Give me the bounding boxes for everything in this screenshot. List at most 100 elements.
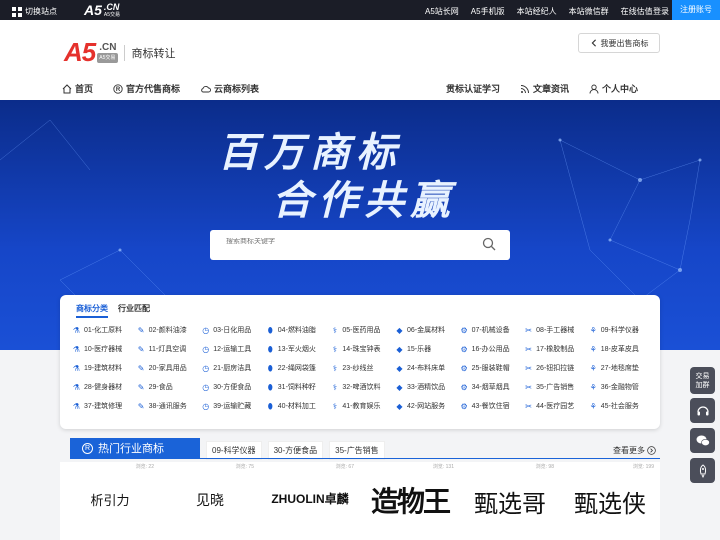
category-label: 23-纱线丝: [342, 365, 374, 372]
top-link[interactable]: A5手机版: [471, 6, 505, 17]
category-icon: ◆: [396, 344, 403, 354]
top-links: A5站长网 A5手机版 本站经纪人 本站微信群 在线估值: [425, 6, 653, 17]
category-label: 42-网站服务: [406, 403, 446, 410]
category-item[interactable]: ✂ 35-广告销售: [524, 382, 589, 392]
category-icon: ✎: [137, 401, 145, 411]
category-item[interactable]: ✂ 44-医疗园艺: [524, 401, 589, 411]
trademark-card[interactable]: 浏览: 75 见晓: [160, 462, 260, 540]
category-item[interactable]: ⚗ 19-建筑材料: [72, 363, 137, 373]
category-item[interactable]: ◷ 12-运输工具: [201, 344, 266, 354]
category-label: 13-军火烟火: [277, 346, 316, 353]
views-count: 浏览: 131: [432, 464, 454, 470]
category-label: 15-乐器: [406, 346, 432, 353]
nav-cloud-list[interactable]: 云商标列表: [200, 82, 259, 95]
trademark-card[interactable]: 浏览: 98 甄选哥: [460, 462, 560, 540]
category-item[interactable]: ◷ 30-方便食品: [201, 382, 266, 392]
category-item[interactable]: ⚕ 05-医药用品: [330, 325, 395, 335]
view-more-link[interactable]: 查看更多: [613, 445, 656, 456]
category-item[interactable]: ◆ 15-乐器: [395, 344, 460, 354]
registered-icon: R: [113, 83, 123, 94]
hot-title-label: 热门行业商标: [98, 443, 164, 455]
category-item[interactable]: ◆ 33-酒精饮品: [395, 382, 460, 392]
category-item[interactable]: ⬮ 13-军火烟火: [266, 344, 331, 354]
category-item[interactable]: ◆ 24-布料床单: [395, 363, 460, 373]
category-icon: ✎: [137, 363, 145, 373]
category-item[interactable]: ⚘ 36-金融物管: [589, 382, 654, 392]
category-item[interactable]: ◷ 03-日化用品: [201, 325, 266, 335]
category-item[interactable]: ⬮ 22-绳网袋篷: [266, 363, 331, 373]
views-count: 浏览: 199: [632, 464, 654, 470]
category-item[interactable]: ⚘ 45-社会服务: [589, 401, 654, 411]
category-item[interactable]: ✂ 08-手工器械: [524, 325, 589, 335]
hot-divider: [70, 458, 660, 459]
category-label: 35-广告销售: [536, 384, 575, 391]
tab-industry[interactable]: 行业匹配: [118, 303, 150, 318]
category-item[interactable]: ◆ 06-金属材料: [395, 325, 460, 335]
category-item[interactable]: ⚘ 09-科学仪器: [589, 325, 654, 335]
category-item[interactable]: ⚙ 07-机械设备: [460, 325, 525, 335]
category-icon: ⚗: [72, 325, 81, 335]
category-item[interactable]: ⚕ 23-纱线丝: [330, 363, 395, 373]
sell-trademark-button[interactable]: 我要出售商标: [578, 33, 660, 53]
tab-category[interactable]: 商标分类: [76, 303, 108, 318]
category-label: 41-教育娱乐: [342, 403, 381, 410]
main-nav: 首页 R 官方代售商标 云商标列表: [62, 82, 259, 95]
category-item[interactable]: ◆ 42-网站服务: [395, 401, 460, 411]
search-input[interactable]: [226, 238, 466, 245]
trademark-card[interactable]: 浏览: 199 甄选侠: [560, 462, 660, 540]
category-item[interactable]: ⬮ 40-材料加工: [266, 401, 331, 411]
category-item[interactable]: ◷ 21-厨房洁具: [201, 363, 266, 373]
nav-home[interactable]: 首页: [62, 82, 93, 95]
category-item[interactable]: ⚙ 34-烟草烟具: [460, 382, 525, 392]
category-item[interactable]: ⚗ 28-健身器材: [72, 382, 137, 392]
category-item[interactable]: ⚗ 10-医疗器械: [72, 344, 137, 354]
category-item[interactable]: ⚙ 43-餐饮住宿: [460, 401, 525, 411]
side-top-button[interactable]: [690, 458, 715, 483]
category-item[interactable]: ✎ 29-食品: [137, 382, 202, 392]
side-support-button[interactable]: [690, 398, 715, 423]
nav-personal-center[interactable]: 个人中心: [589, 82, 638, 95]
top-link[interactable]: 本站微信群: [569, 6, 609, 17]
trademark-card[interactable]: 浏览: 22 析引力: [60, 462, 160, 540]
category-item[interactable]: ⚗ 01-化工原料: [72, 325, 137, 335]
category-item[interactable]: ✎ 38-通讯服务: [137, 401, 202, 411]
category-item[interactable]: ✂ 17-橡胶制品: [524, 344, 589, 354]
category-item[interactable]: ⚘ 27-地毯席垫: [589, 363, 654, 373]
nav-personal-center-label: 个人中心: [602, 84, 639, 94]
top-logo[interactable]: A5 .CN A5交易: [84, 2, 120, 18]
nav-articles[interactable]: 文章资讯: [520, 82, 569, 95]
brand-logo[interactable]: A5 .CN A5交易 商标转让: [64, 37, 175, 68]
side-wechat-button[interactable]: [690, 428, 715, 453]
category-item[interactable]: ⚘ 18-皮革皮具: [589, 344, 654, 354]
category-label: 33-酒精饮品: [406, 384, 446, 391]
category-item[interactable]: ◷ 39-运输贮藏: [201, 401, 266, 411]
trademark-card[interactable]: 浏览: 131 造物王: [360, 462, 460, 540]
category-item[interactable]: ✎ 11-灯具空调: [137, 344, 202, 354]
category-item[interactable]: ⚕ 41-教育娱乐: [330, 401, 395, 411]
trademark-card[interactable]: 浏览: 67 ZHUOLIN卓麟: [260, 462, 360, 540]
category-item[interactable]: ⚙ 25-服装鞋帽: [460, 363, 525, 373]
brand-cn-wrap: .CN A5交易: [97, 42, 119, 63]
category-item[interactable]: ⚕ 14-珠宝钟表: [330, 344, 395, 354]
category-item[interactable]: ⚕ 32-啤酒饮料: [330, 382, 395, 392]
category-item[interactable]: ⚙ 16-办公用品: [460, 344, 525, 354]
nav-official-sale[interactable]: R 官方代售商标: [113, 82, 180, 95]
search-icon[interactable]: [482, 237, 496, 251]
category-label: 07-机械设备: [471, 327, 510, 334]
switch-site-link[interactable]: 切换站点: [12, 6, 57, 17]
category-item[interactable]: ✎ 20-家具用品: [137, 363, 202, 373]
login-link[interactable]: 登录: [653, 6, 669, 17]
category-item[interactable]: ✎ 02-颜料油漆: [137, 325, 202, 335]
top-link[interactable]: 本站经纪人: [517, 6, 557, 17]
category-item[interactable]: ✂ 26-钮扣拉链: [524, 363, 589, 373]
category-item[interactable]: ⬮ 04-燃料油脂: [266, 325, 331, 335]
category-label: 31-饲料种籽: [277, 384, 316, 391]
category-item[interactable]: ⚗ 37-建筑修理: [72, 401, 137, 411]
top-link[interactable]: 在线估值: [621, 6, 653, 17]
category-label: 11-灯具空调: [148, 346, 187, 353]
top-link[interactable]: A5站长网: [425, 6, 459, 17]
side-trade-group-button[interactable]: 交易 加群: [690, 367, 715, 394]
nav-certification[interactable]: 贯标认证学习: [446, 82, 500, 95]
register-button[interactable]: 注册账号: [672, 0, 720, 20]
category-item[interactable]: ⬮ 31-饲料种籽: [266, 382, 331, 392]
